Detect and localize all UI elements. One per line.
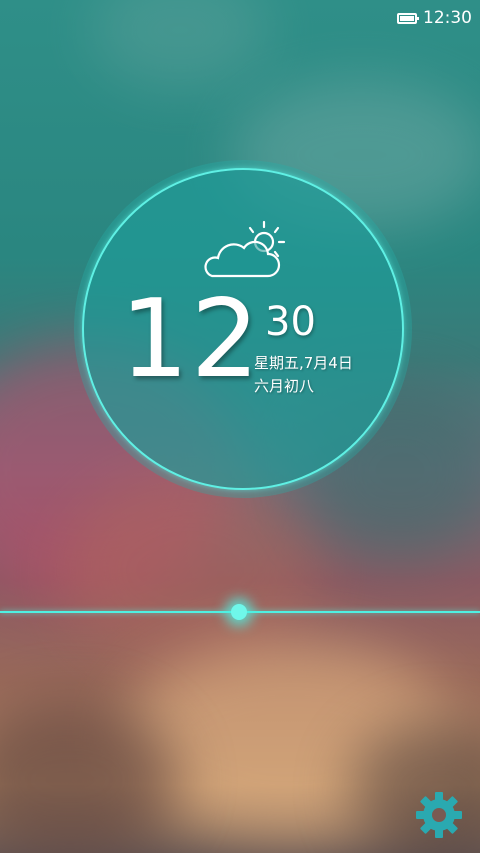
wallpaper-blur: [90, 0, 270, 90]
partly-cloudy-icon: [204, 220, 286, 278]
gear-icon[interactable]: [414, 790, 464, 840]
status-bar: 12:30: [397, 6, 472, 30]
clock-minute: 30: [265, 299, 316, 345]
unlock-handle[interactable]: [231, 604, 247, 620]
clock-hour: 12: [120, 277, 262, 402]
status-time: 12:30: [423, 8, 472, 28]
lunar-date-text: 六月初八: [254, 377, 315, 395]
date-text: 星期五,7月4日: [254, 354, 353, 372]
battery-icon: [397, 12, 419, 24]
